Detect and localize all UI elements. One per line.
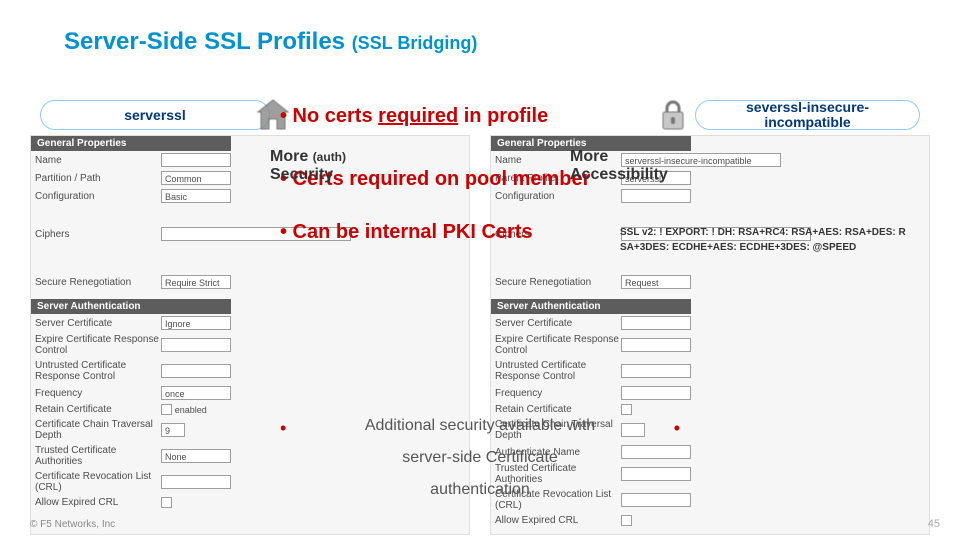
label-crl: Certificate Revocation List (CRL) bbox=[31, 471, 161, 493]
select-config: Basic bbox=[161, 189, 231, 203]
select-untrusted-resp bbox=[161, 364, 231, 378]
section-header: Server Authentication bbox=[491, 299, 691, 314]
center-callout: Additional security available with serve… bbox=[300, 410, 660, 506]
label-untrusted-resp: Untrusted Certificate Response Control bbox=[491, 360, 621, 382]
footer-copyright: © F5 Networks, Inc bbox=[30, 519, 115, 530]
label-untrusted-resp: Untrusted Certificate Response Control bbox=[31, 360, 161, 382]
select-frequency bbox=[621, 386, 691, 400]
label-name: Name bbox=[31, 155, 161, 166]
select-secure-reneg: Request bbox=[621, 275, 691, 289]
select-frequency: once bbox=[161, 386, 231, 400]
serverssl-insecure-pill: severssl-insecure-incompatible bbox=[695, 100, 920, 130]
label-allow-expired: Allow Expired CRL bbox=[31, 497, 161, 508]
serverssl-pill: serverssl bbox=[40, 100, 270, 130]
section-header: Server Authentication bbox=[31, 299, 231, 314]
select-server-cert bbox=[621, 316, 691, 330]
section-header: General Properties bbox=[31, 136, 231, 151]
more-accessibility-label: More Accessibility bbox=[570, 148, 668, 183]
select-expire-resp bbox=[621, 338, 691, 352]
label-partition: Partition / Path bbox=[31, 173, 161, 184]
label-expire-resp: Expire Certificate Response Control bbox=[31, 334, 161, 356]
label-server-cert: Server Certificate bbox=[31, 318, 161, 329]
label-secure-reneg: Secure Renegotiation bbox=[491, 277, 621, 288]
label-config: Configuration bbox=[31, 191, 161, 202]
title-sub: (SSL Bridging) bbox=[352, 33, 478, 53]
more-security-top: More bbox=[270, 148, 308, 165]
select-server-cert: Ignore bbox=[161, 316, 231, 330]
bullet-1: • No certs required in profile bbox=[280, 105, 720, 128]
checkbox-allow-expired bbox=[621, 515, 632, 526]
select-trusted-ca: None bbox=[161, 449, 231, 463]
input-name bbox=[161, 153, 231, 167]
center-line-3: authentication bbox=[300, 474, 660, 506]
bullet-1-pre: • No certs bbox=[280, 105, 378, 127]
bullet-1-post: in profile bbox=[458, 105, 548, 127]
select-secure-reneg: Require Strict bbox=[161, 275, 231, 289]
more-access-bottom: Accessibility bbox=[570, 166, 668, 183]
select-untrusted-resp bbox=[621, 364, 691, 378]
label-frequency: Frequency bbox=[31, 388, 161, 399]
title-main: Server-Side SSL Profiles bbox=[64, 28, 352, 55]
center-line-1: Additional security available with bbox=[300, 410, 660, 442]
select-crl bbox=[161, 475, 231, 489]
center-line-2: server-side Certificate bbox=[300, 442, 660, 474]
label-secure-reneg: Secure Renegotiation bbox=[31, 277, 161, 288]
checkbox-allow-expired bbox=[161, 497, 172, 508]
checkbox-retain-cert bbox=[161, 404, 172, 415]
more-access-top: More bbox=[570, 148, 608, 165]
label-allow-expired: Allow Expired CRL bbox=[491, 515, 621, 526]
slide-number: 45 bbox=[928, 518, 940, 530]
cipher-string: SSL v2: ! EXPORT: ! DH: RSA+RC4: RSA+AES… bbox=[620, 225, 910, 255]
bullet-1-u: required bbox=[378, 105, 458, 127]
value-retain-cert: enabled bbox=[175, 405, 207, 415]
label-retain-cert: Retain Certificate bbox=[31, 404, 161, 415]
value-partition: Common bbox=[161, 171, 231, 185]
label-server-cert: Server Certificate bbox=[491, 318, 621, 329]
slide-title: Server-Side SSL Profiles (SSL Bridging) bbox=[64, 28, 477, 56]
more-security-auth: (auth) bbox=[313, 150, 346, 164]
label-trusted-ca: Trusted Certificate Authorities bbox=[31, 445, 161, 467]
more-security-bottom: Security bbox=[270, 166, 333, 183]
label-expire-resp: Expire Certificate Response Control bbox=[491, 334, 621, 356]
select-expire-resp bbox=[161, 338, 231, 352]
label-ciphers: Ciphers bbox=[31, 229, 161, 240]
slide: General Properties Name Partition / Path… bbox=[0, 0, 960, 540]
label-frequency: Frequency bbox=[491, 388, 621, 399]
more-security-label: More (auth) Security bbox=[270, 148, 346, 183]
label-chain-depth: Certificate Chain Traversal Depth bbox=[31, 419, 161, 441]
input-chain-depth: 9 bbox=[161, 423, 185, 437]
